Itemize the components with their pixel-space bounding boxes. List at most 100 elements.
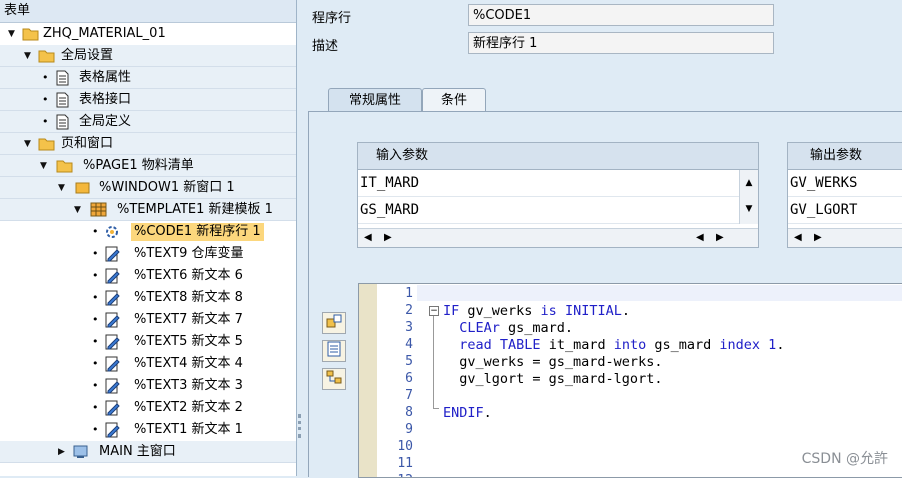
text-icon <box>104 312 121 328</box>
input-params-hscroll[interactable]: ◀ ▶ ◀ ▶ <box>358 228 758 247</box>
folder-open-icon <box>56 158 73 174</box>
tree-node-label: %TEXT9 仓库变量 <box>134 246 244 261</box>
output-param-row[interactable]: GV_WERKS <box>788 170 902 197</box>
scroll-down-icon[interactable]: ▼ <box>740 196 758 222</box>
tree-node-text7[interactable]: • %TEXT7 新文本 7 <box>0 309 296 331</box>
output-params-hscroll[interactable]: ◀ ▶ <box>788 228 902 247</box>
tree-node-table-interface[interactable]: • 表格接口 <box>0 89 296 111</box>
expand-arrow-icon[interactable]: ▼ <box>24 45 31 67</box>
tree-node-label: %TEXT6 新文本 6 <box>134 268 243 283</box>
tree-node-text9[interactable]: • %TEXT9 仓库变量 <box>0 243 296 265</box>
tree-node-label: %TEXT5 新文本 5 <box>134 334 243 349</box>
window-icon <box>74 180 91 196</box>
folder-open-icon <box>22 26 39 42</box>
tree-node-label: %TEXT1 新文本 1 <box>134 422 243 437</box>
input-params-vscroll[interactable]: ▲ ▼ <box>739 170 758 224</box>
expand-arrow-icon[interactable]: ▼ <box>8 23 15 45</box>
folder-open-icon <box>38 136 55 152</box>
code-icon <box>104 224 121 240</box>
tree-node-text5[interactable]: • %TEXT5 新文本 5 <box>0 331 296 353</box>
scroll-right-icon[interactable]: ▶ <box>384 232 392 243</box>
document-icon <box>54 92 71 108</box>
bullet-icon: • <box>92 357 99 370</box>
text-icon <box>104 422 121 438</box>
editor-gutter <box>359 284 377 477</box>
bullet-icon: • <box>92 423 99 436</box>
tree-node-text8[interactable]: • %TEXT8 新文本 8 <box>0 287 296 309</box>
line-number: 10 <box>397 439 413 454</box>
tree-node-label: %TEMPLATE1 新建模板 1 <box>117 202 273 217</box>
tree-node-global-settings[interactable]: ▼ 全局设置 <box>0 45 296 67</box>
line-numbers: 1 2 3 4 5 6 7 8 9 10 11 12 <box>377 284 417 477</box>
template-icon <box>90 202 107 218</box>
input-param-row[interactable]: GS_MARD <box>358 197 758 224</box>
bullet-icon: • <box>42 93 49 106</box>
expand-arrow-icon[interactable]: ▼ <box>74 199 81 221</box>
scroll-left-icon[interactable]: ◀ <box>696 232 704 243</box>
tree-node-label: %TEXT4 新文本 4 <box>134 356 243 371</box>
collapse-arrow-icon[interactable]: ▶ <box>58 441 65 463</box>
tree-node-table-attributes[interactable]: • 表格属性 <box>0 67 296 89</box>
tree-node-pages-windows[interactable]: ▼ 页和窗口 <box>0 133 296 155</box>
pattern-insert-button[interactable] <box>322 312 346 334</box>
line-number: 4 <box>405 337 413 352</box>
tree-node-main-window[interactable]: ▶ MAIN 主窗口 <box>0 441 296 463</box>
line-number: 5 <box>405 354 413 369</box>
code-line-2: IF gv_werks is INITIAL. <box>443 303 630 319</box>
tree-node-window1[interactable]: ▼ %WINDOW1 新窗口 1 <box>0 177 296 199</box>
tree-node-label: %TEXT3 新文本 3 <box>134 378 243 393</box>
code-line-5: gv_werks = gs_mard-werks. <box>443 354 663 370</box>
bullet-icon: • <box>92 335 99 348</box>
program-line-field[interactable]: %CODE1 <box>468 4 774 26</box>
input-params-header: 输入参数 <box>358 143 758 170</box>
line-number: 9 <box>405 422 413 437</box>
scroll-left-icon[interactable]: ◀ <box>364 232 372 243</box>
code-line-4: read TABLE it_mard into gs_mard index 1. <box>459 337 785 353</box>
scroll-right-icon[interactable]: ▶ <box>814 232 822 243</box>
expand-arrow-icon[interactable]: ▼ <box>58 177 65 199</box>
line-number: 3 <box>405 320 413 335</box>
input-param-row[interactable]: IT_MARD <box>358 170 758 197</box>
tree-node-label: ZHQ_MATERIAL_01 <box>43 26 166 41</box>
text-icon <box>104 246 121 262</box>
tree-node-code1[interactable]: • %CODE1 新程序行 1 <box>0 221 296 243</box>
expand-arrow-icon[interactable]: ▼ <box>24 133 31 155</box>
bullet-icon: • <box>42 71 49 84</box>
tree-node-text6[interactable]: • %TEXT6 新文本 6 <box>0 265 296 287</box>
tree-node-label: %CODE1 新程序行 1 <box>131 223 264 241</box>
text-icon <box>104 356 121 372</box>
pretty-printer-button[interactable] <box>322 340 346 362</box>
document-icon <box>54 114 71 130</box>
fold-toggle-icon[interactable]: − <box>429 306 439 316</box>
bullet-icon: • <box>92 401 99 414</box>
tab-conditions[interactable]: 条件 <box>422 88 486 113</box>
expand-arrow-icon[interactable]: ▼ <box>40 155 47 177</box>
text-icon <box>104 268 121 284</box>
tree-node-label: %PAGE1 物料清单 <box>83 158 194 173</box>
tree-node-zhq-material[interactable]: ▼ ZHQ_MATERIAL_01 <box>0 23 296 45</box>
tree-node-label: 全局定义 <box>79 114 132 129</box>
tree-node-text4[interactable]: • %TEXT4 新文本 4 <box>0 353 296 375</box>
scroll-left-icon[interactable]: ◀ <box>794 232 802 243</box>
scroll-up-icon[interactable]: ▲ <box>740 170 758 196</box>
code-line-8: ENDIF. <box>443 405 492 421</box>
tree-node-text1[interactable]: • %TEXT1 新文本 1 <box>0 419 296 441</box>
form-tree-panel: 表单 ▼ ZHQ_MATERIAL_01 ▼ 全局设置 • 表格属性 • 表格接… <box>0 0 297 476</box>
tab-general-attributes[interactable]: 常规属性 <box>328 88 422 113</box>
tree-node-template1[interactable]: ▼ %TEMPLATE1 新建模板 1 <box>0 199 296 221</box>
text-icon <box>104 334 121 350</box>
folder-open-icon <box>38 48 55 64</box>
text-icon <box>104 378 121 394</box>
tree-node-text2[interactable]: • %TEXT2 新文本 2 <box>0 397 296 419</box>
tree-node-global-definitions[interactable]: • 全局定义 <box>0 111 296 133</box>
check-button[interactable] <box>322 368 346 390</box>
input-params-table: 输入参数 IT_MARD GS_MARD ▲ ▼ ◀ ▶ ◀ ▶ <box>357 142 759 248</box>
tree-node-page1[interactable]: ▼ %PAGE1 物料清单 <box>0 155 296 177</box>
description-field[interactable]: 新程序行 1 <box>468 32 774 54</box>
scroll-right-icon[interactable]: ▶ <box>716 232 724 243</box>
tree-node-text3[interactable]: • %TEXT3 新文本 3 <box>0 375 296 397</box>
description-label: 描述 <box>312 39 339 54</box>
output-param-row[interactable]: GV_LGORT <box>788 197 902 224</box>
fold-guide-end <box>433 408 439 409</box>
tree-header: 表单 <box>0 0 296 23</box>
